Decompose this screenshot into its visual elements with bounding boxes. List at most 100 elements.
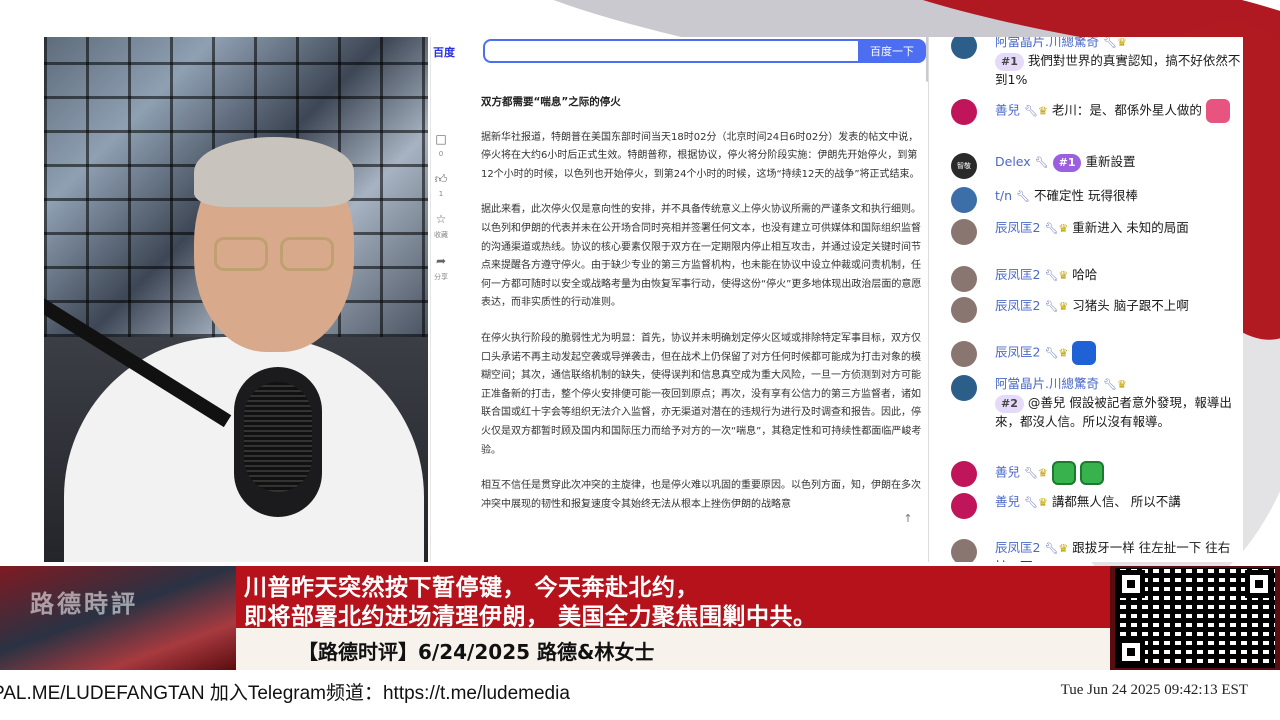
bottom-ticker: PAL.ME/LUDEFANGTAN 加入Telegram频道：https://… bbox=[0, 672, 1280, 720]
chat-username[interactable]: 辰凤匡2 bbox=[995, 220, 1040, 235]
qr-code bbox=[1115, 568, 1275, 668]
chat-username[interactable]: 辰凤匡2 bbox=[995, 298, 1040, 313]
chat-username[interactable]: 辰凤匡2 bbox=[995, 345, 1040, 360]
crown-badge-icon: ♛ bbox=[1058, 222, 1069, 235]
chat-username[interactable]: 辰凤匡2 bbox=[995, 267, 1040, 282]
share-icon: ➦ bbox=[435, 254, 447, 268]
rank-badge: #1 bbox=[1052, 154, 1082, 172]
laughing-emote bbox=[1205, 99, 1230, 123]
article-toolbar: □ 0 👍︎ 1 ☆ 收藏 ➦ 分享 bbox=[431, 132, 451, 296]
avatar[interactable] bbox=[951, 461, 977, 487]
avatar[interactable] bbox=[951, 187, 977, 213]
wrench-icon: 🔧︎ bbox=[1024, 466, 1038, 480]
wrench-icon: 🔧︎ bbox=[1034, 156, 1049, 169]
laughing-frog-emote bbox=[1079, 461, 1104, 485]
crown-badge-icon: ♛ bbox=[1058, 346, 1069, 360]
avatar[interactable] bbox=[951, 341, 977, 367]
chat-text: 講都無人信、 所以不講 bbox=[1051, 494, 1181, 509]
like-button[interactable]: 👍︎ 1 bbox=[431, 172, 451, 198]
crown-badge-icon: ♛ bbox=[1116, 378, 1127, 391]
chat-username[interactable]: 阿當晶片.川總驚奇 bbox=[995, 376, 1099, 391]
comment-icon: □ bbox=[435, 132, 447, 146]
chat-message: 阿當晶片.川總驚奇 🔧︎♛ #1 我們對世界的真實認知，搞不好依然不到1% bbox=[951, 37, 1241, 89]
chat-username[interactable]: 善兒 bbox=[995, 103, 1020, 118]
avatar[interactable]: 智敬 bbox=[951, 153, 977, 179]
glasses-left bbox=[214, 237, 268, 271]
wrench-icon: 🔧︎ bbox=[1044, 300, 1059, 313]
chat-message: 善兒 🔧︎♛ 老川：是、都係外星人做的 bbox=[951, 99, 1241, 125]
avatar[interactable] bbox=[951, 539, 977, 562]
back-to-top-icon[interactable]: ↑ bbox=[900, 512, 916, 528]
chat-username[interactable]: t/n bbox=[995, 188, 1012, 203]
wrench-icon: 🔧︎ bbox=[1044, 222, 1059, 235]
rank-badge: #1 bbox=[995, 53, 1024, 71]
article-paragraph: 据新华社报道，特朗普在美国东部时间当天18时02分（北京时间24日6时02分）发… bbox=[481, 131, 920, 180]
chat-text: 老川：是、都係外星人做的 bbox=[1051, 102, 1202, 118]
chat-text: 重新进入 未知的局面 bbox=[1072, 220, 1189, 235]
chat-message: 智敬 Delex 🔧︎ #1 重新設置 bbox=[951, 153, 1241, 179]
show-logo-area: 路德時評 bbox=[0, 566, 236, 670]
chat-message: 善兒 🔧︎♛ 講都無人信、 所以不講 bbox=[951, 493, 1241, 519]
chat-text: 哈哈 bbox=[1072, 267, 1098, 282]
glasses-right bbox=[280, 237, 334, 271]
avatar[interactable] bbox=[951, 219, 977, 245]
chat-text: 不確定性 玩得很棒 bbox=[1033, 188, 1138, 203]
share-label: 分享 bbox=[434, 273, 448, 281]
search-input[interactable] bbox=[483, 39, 859, 63]
search-button[interactable]: 百度一下 bbox=[858, 39, 926, 63]
baidu-logo[interactable]: 百度 bbox=[431, 44, 477, 60]
crown-badge-icon: ♛ bbox=[1058, 269, 1069, 282]
show-logo: 路德時評 bbox=[30, 589, 138, 618]
wrench-icon: 🔧︎ bbox=[1024, 496, 1038, 509]
chat-text: @善兒 假設被記者意外發現，報導出來，都沒人信。所以沒有報導。 bbox=[995, 395, 1232, 429]
baidu-article-panel: 百度 百度一下 □ 0 👍︎ 1 ☆ 收藏 ➦ 分享 双方都需要“喘息”之际的停 bbox=[430, 37, 926, 562]
avatar[interactable] bbox=[951, 493, 977, 519]
wrench-icon: 🔧︎ bbox=[1016, 190, 1030, 203]
chat-message: 辰凤匡2 🔧︎♛ 跟拔牙一样 往左扯一下 往右扯一下 bbox=[951, 539, 1241, 562]
crown-badge-icon: ♛ bbox=[1037, 104, 1048, 118]
like-count: 1 bbox=[438, 190, 444, 198]
favorite-button[interactable]: ☆ 收藏 bbox=[431, 212, 451, 240]
section-heading: 双方都需要“喘息”之际的停火 bbox=[481, 96, 621, 108]
crown-badge-icon: ♛ bbox=[1058, 300, 1069, 313]
crown-badge-icon: ♛ bbox=[1058, 542, 1069, 555]
live-chat-panel: 阿當晶片.川總驚奇 🔧︎♛ #1 我們對世界的真實認知，搞不好依然不到1% 善兒… bbox=[928, 37, 1243, 562]
host-hair bbox=[194, 137, 354, 207]
subtitle-box: 【路德时评】6/24/2025 路德&林女士 bbox=[236, 628, 1110, 670]
comment-count: 0 bbox=[438, 150, 444, 158]
stream-frame: 百度 百度一下 □ 0 👍︎ 1 ☆ 收藏 ➦ 分享 双方都需要“喘息”之际的停 bbox=[0, 0, 1280, 720]
chat-message: 辰凤匡2 🔧︎♛ bbox=[951, 341, 1241, 367]
avatar[interactable] bbox=[951, 99, 977, 125]
lower-third-banner: 路德時評 川普昨天突然按下暂停键， 今天奔赴北约， 即将部署北约进场清理伊朗， … bbox=[0, 566, 1280, 670]
headline-line-2: 即将部署北约进场清理伊朗， 美国全力聚焦围剿中共。 bbox=[244, 604, 817, 630]
chat-text: 我們對世界的真實認知，搞不好依然不到1% bbox=[995, 53, 1241, 87]
qr-finder bbox=[1245, 570, 1273, 598]
host-video-feed bbox=[44, 37, 428, 562]
chat-message: t/n 🔧︎ 不確定性 玩得很棒 bbox=[951, 187, 1241, 213]
share-button[interactable]: ➦ 分享 bbox=[431, 254, 451, 282]
chat-message: 善兒 🔧︎♛ bbox=[951, 461, 1241, 487]
crown-badge-icon: ♛ bbox=[1037, 466, 1048, 480]
qr-finder bbox=[1117, 638, 1145, 666]
chat-username[interactable]: Delex bbox=[995, 154, 1031, 169]
article-body: 双方都需要“喘息”之际的停火 据新华社报道，特朗普在美国东部时间当天18时02分… bbox=[481, 67, 926, 531]
headline-box: 川普昨天突然按下暂停键， 今天奔赴北约， 即将部署北约进场清理伊朗， 美国全力聚… bbox=[236, 566, 1110, 630]
chat-text: 习猪头 脑子跟不上啊 bbox=[1072, 298, 1189, 313]
chat-username[interactable]: 善兒 bbox=[995, 465, 1020, 480]
avatar[interactable] bbox=[951, 37, 977, 59]
chat-username[interactable]: 善兒 bbox=[995, 494, 1020, 509]
wrench-icon: 🔧︎ bbox=[1102, 37, 1117, 49]
crown-badge-icon: ♛ bbox=[1037, 496, 1048, 509]
article-paragraph: 据此来看，此次停火仅是意向性的安排，并不具备传统意义上停火协议所需的严谨条文和执… bbox=[481, 204, 922, 309]
chat-username[interactable]: 辰凤匡2 bbox=[995, 540, 1040, 555]
cheering-emote bbox=[1072, 341, 1097, 365]
laughing-frog-emote bbox=[1051, 461, 1076, 485]
qr-finder bbox=[1117, 570, 1145, 598]
chat-username[interactable]: 阿當晶片.川總驚奇 bbox=[995, 37, 1099, 49]
avatar[interactable] bbox=[951, 266, 977, 292]
article-paragraph: 相互不信任是贯穿此次冲突的主旋律，也是停火难以巩固的重要原因。以色列方面，知，伊… bbox=[481, 480, 921, 510]
chat-message: 阿當晶片.川總驚奇 🔧︎♛ #2 @善兒 假設被記者意外發現，報導出來，都沒人信… bbox=[951, 375, 1241, 431]
comment-button[interactable]: □ 0 bbox=[431, 132, 451, 158]
avatar[interactable] bbox=[951, 297, 977, 323]
avatar[interactable] bbox=[951, 375, 977, 401]
